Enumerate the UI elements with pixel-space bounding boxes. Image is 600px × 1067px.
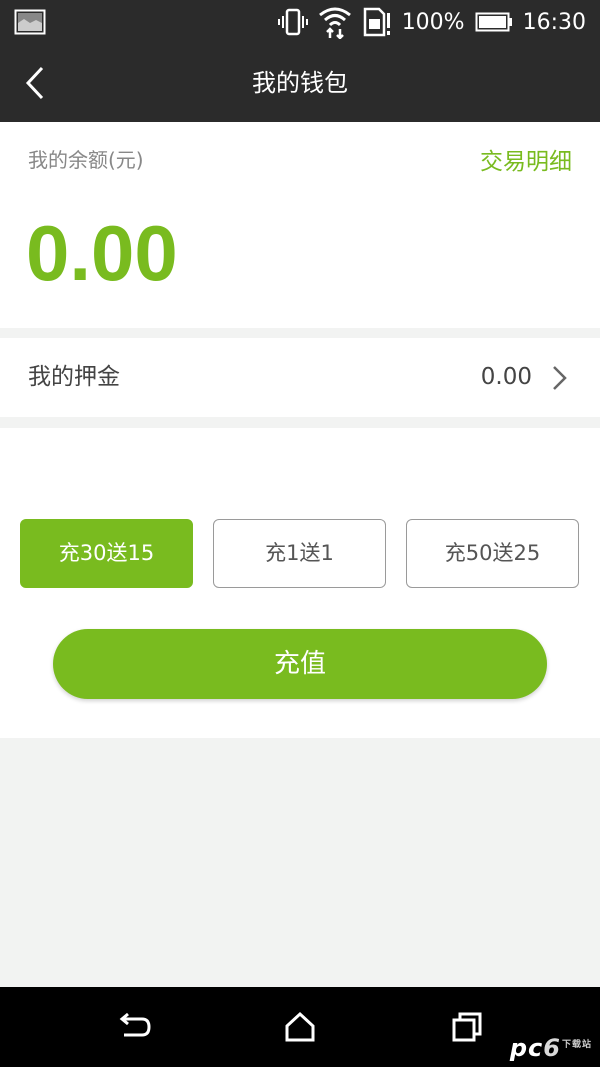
deposit-label: 我的押金 [28,364,120,390]
deposit-row[interactable]: 我的押金 0.00 [0,338,600,417]
gallery-icon [14,9,46,35]
recharge-option-1[interactable]: 充1送1 [213,519,386,588]
watermark: pc6下载站 [509,1034,592,1062]
recharge-option-30[interactable]: 充30送15 [20,519,193,588]
wifi-icon [318,7,351,39]
chevron-right-icon [553,366,567,390]
nav-back-icon[interactable] [116,1009,152,1045]
clock: 16:30 [522,9,586,35]
page-title: 我的钱包 [252,69,348,97]
vibrate-icon [277,8,308,36]
balance-label: 我的余额(元) [28,148,144,172]
transaction-details-link[interactable]: 交易明细 [480,142,572,176]
recharge-button[interactable]: 充值 [53,629,547,699]
balance-card: 我的余额(元) 交易明细 0.00 [0,122,600,328]
battery-icon [475,12,512,32]
battery-percentage: 100% [401,9,465,35]
deposit-value: 0.00 [480,364,532,390]
app-header: 我的钱包 [0,44,600,122]
balance-amount: 0.00 [26,209,178,297]
sim-icon [363,7,390,37]
nav-home-icon[interactable] [282,1009,318,1045]
status-bar: 100% 16:30 [0,0,600,44]
recharge-panel: 充30送15 充1送1 充50送25 充值 [0,428,600,738]
recharge-option-50[interactable]: 充50送25 [406,519,579,588]
nav-recents-icon[interactable] [449,1009,485,1045]
